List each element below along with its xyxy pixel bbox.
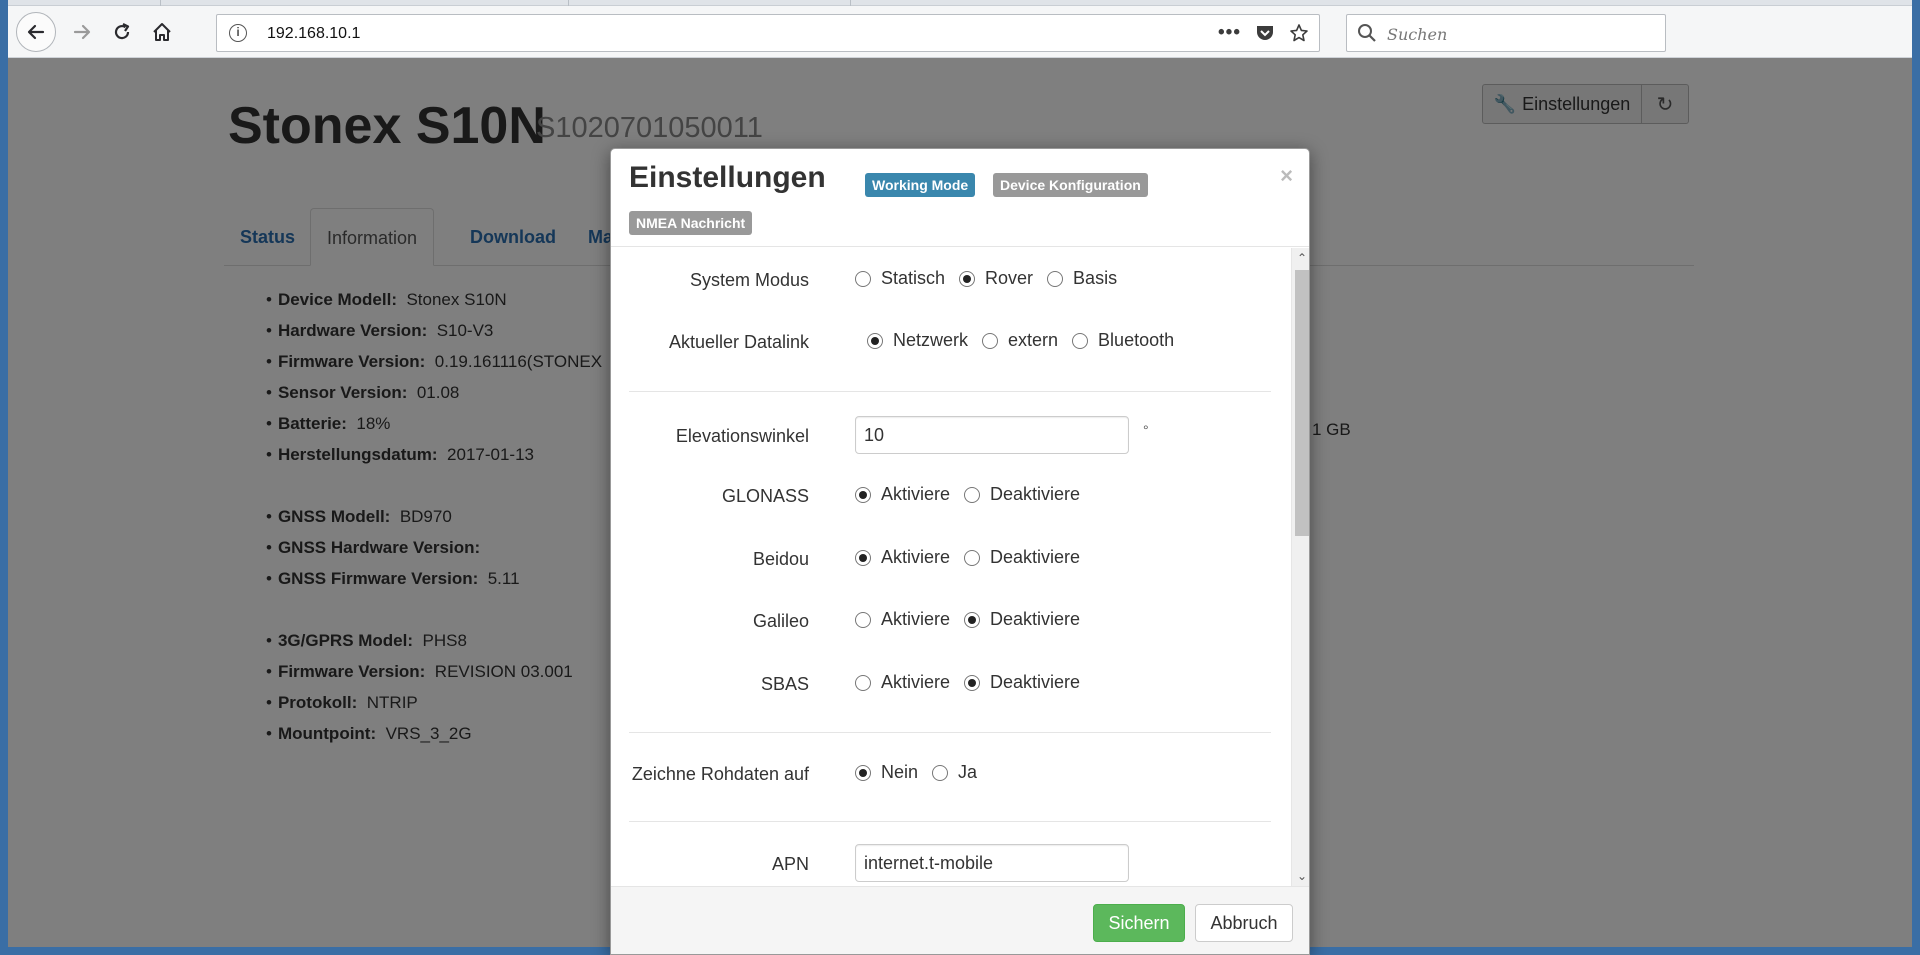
divider [629,821,1271,822]
sbas-row: SBAS Aktiviere Deaktiviere [611,664,1271,704]
rawdata-no-radio[interactable]: Nein [855,762,918,783]
elevation-input[interactable]: 10 [855,416,1129,454]
modal-title: Einstellungen [629,161,826,194]
glonass-disable-radio[interactable]: Deaktiviere [964,484,1080,505]
forward-button[interactable] [64,14,100,50]
galileo-disable-radio[interactable]: Deaktiviere [964,609,1080,630]
apn-label: APN [771,854,809,874]
datalink-row: Aktueller Datalink Netzwerk extern Bluet… [611,322,1271,362]
rawdata-label: Zeichne Rohdaten auf [631,764,809,784]
home-button[interactable] [144,14,180,50]
modal-body: System Modus Statisch Rover Basis Aktuel… [611,248,1309,886]
save-button[interactable]: Sichern [1093,904,1185,942]
sbas-disable-radio[interactable]: Deaktiviere [964,672,1080,693]
forward-arrow-icon [73,24,91,40]
close-icon[interactable]: × [1280,163,1293,189]
glonass-label: GLONASS [721,486,809,506]
search-icon [1358,24,1376,42]
back-button[interactable] [16,12,56,52]
device-config-tab[interactable]: Device Konfiguration [993,173,1148,197]
modal-footer: Sichern Abbruch [611,886,1309,954]
rawdata-yes-radio[interactable]: Ja [932,762,977,783]
system-mode-base-radio[interactable]: Basis [1047,268,1117,289]
system-mode-label: System Modus [689,270,809,290]
galileo-enable-radio[interactable]: Aktiviere [855,609,950,630]
divider [629,732,1271,733]
apn-input[interactable]: internet.t-mobile [855,844,1129,882]
rawdata-row: Zeichne Rohdaten auf Nein Ja [611,754,1271,794]
datalink-external-radio[interactable]: extern [982,330,1058,351]
beidou-disable-radio[interactable]: Deaktiviere [964,547,1080,568]
reload-icon [114,23,130,40]
galileo-row: Galileo Aktiviere Deaktiviere [611,601,1271,641]
beidou-label: Beidou [752,549,809,569]
datalink-network-radio[interactable]: Netzwerk [867,330,968,351]
back-arrow-icon [27,24,45,40]
url-text[interactable]: 192.168.10.1 [267,25,360,43]
modal-header: Einstellungen Working Mode Device Konfig… [611,149,1309,247]
glonass-enable-radio[interactable]: Aktiviere [855,484,950,505]
scroll-thumb[interactable] [1295,270,1309,536]
search-bar[interactable]: Suchen [1346,14,1666,52]
working-mode-tab[interactable]: Working Mode [865,173,976,197]
beidou-enable-radio[interactable]: Aktiviere [855,547,950,568]
more-icon[interactable]: ••• [1218,22,1241,44]
search-placeholder[interactable]: Suchen [1387,25,1447,44]
glonass-row: GLONASS Aktiviere Deaktiviere [611,476,1271,516]
cancel-button[interactable]: Abbruch [1195,904,1293,942]
apn-row: APN internet.t-mobile [611,844,1271,884]
modal-scrollbar[interactable]: ⌃ ⌄ [1291,248,1309,886]
bookmark-star-icon[interactable] [1289,23,1309,43]
home-icon [153,23,171,41]
sbas-enable-radio[interactable]: Aktiviere [855,672,950,693]
elevation-label: Elevationswinkel [675,426,809,446]
beidou-row: Beidou Aktiviere Deaktiviere [611,539,1271,579]
sbas-label: SBAS [760,674,809,694]
degree-unit: ° [1143,422,1149,438]
browser-toolbar: i 192.168.10.1 ••• Suchen [8,6,1912,58]
divider [629,391,1271,392]
nmea-message-tab[interactable]: NMEA Nachricht [629,211,753,235]
site-info-icon[interactable]: i [229,24,247,42]
pocket-icon[interactable] [1255,24,1275,42]
reload-button[interactable] [104,14,140,50]
system-mode-row: System Modus Statisch Rover Basis [611,260,1271,300]
scroll-down-icon[interactable]: ⌄ [1292,866,1309,886]
system-mode-rover-radio[interactable]: Rover [959,268,1033,289]
url-bar[interactable]: i 192.168.10.1 ••• [216,14,1320,52]
scroll-up-icon[interactable]: ⌃ [1292,248,1309,268]
settings-modal: Einstellungen Working Mode Device Konfig… [610,148,1310,955]
system-mode-static-radio[interactable]: Statisch [855,268,945,289]
galileo-label: Galileo [752,611,809,631]
datalink-bluetooth-radio[interactable]: Bluetooth [1072,330,1174,351]
elevation-row: Elevationswinkel 10 ° [611,416,1271,456]
datalink-label: Aktueller Datalink [668,332,809,352]
